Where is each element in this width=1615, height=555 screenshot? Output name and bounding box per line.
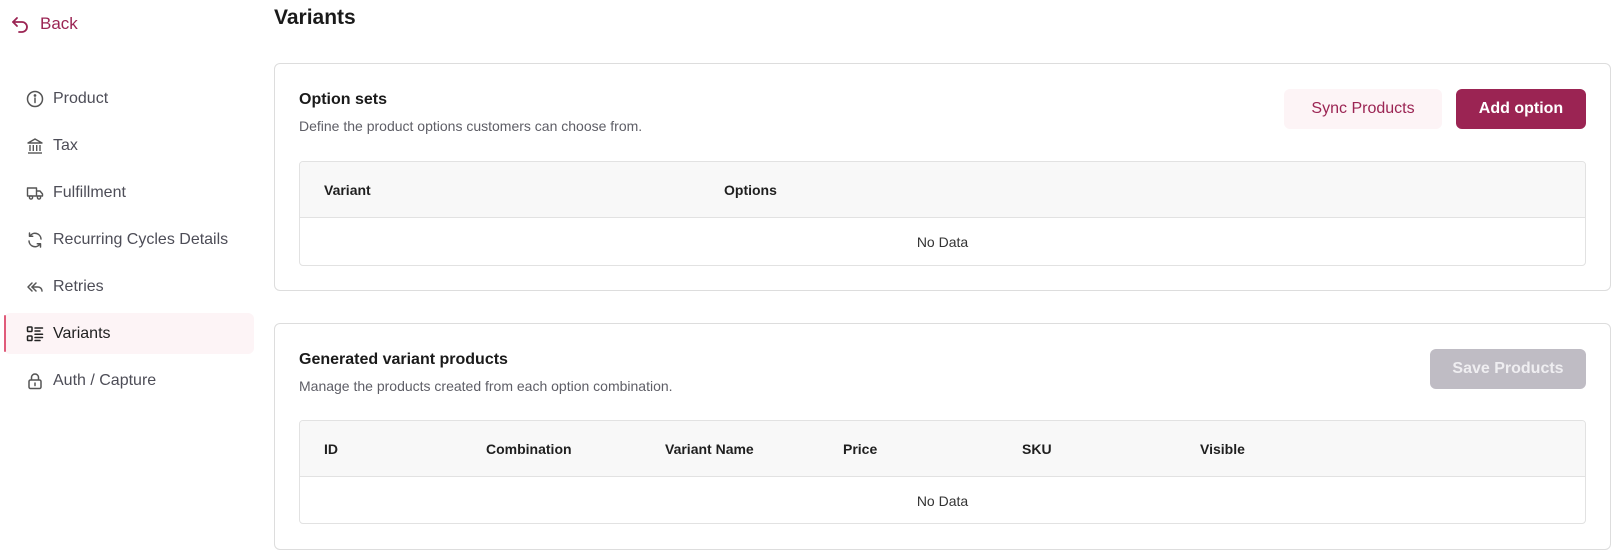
sync-products-button[interactable]: Sync Products (1284, 89, 1442, 129)
add-option-button[interactable]: Add option (1456, 89, 1586, 129)
sidebar-item-label: Tax (53, 136, 78, 154)
column-header-combination[interactable]: Combination (486, 421, 572, 477)
page-title: Variants (274, 6, 356, 29)
sidebar-item-recurring-cycles[interactable]: Recurring Cycles Details (4, 219, 254, 260)
back-link[interactable]: Back (10, 14, 78, 34)
column-header-visible[interactable]: Visible (1200, 421, 1245, 477)
save-products-button[interactable]: Save Products (1430, 349, 1586, 389)
column-header-variant[interactable]: Variant (324, 162, 371, 218)
column-header-id[interactable]: ID (324, 421, 338, 477)
refresh-icon (28, 231, 42, 248)
sidebar-item-retries[interactable]: Retries (4, 266, 254, 307)
empty-state: No Data (916, 234, 969, 250)
sidebar-item-variants[interactable]: Variants (4, 313, 254, 354)
option-sets-card: Option sets Define the product options c… (274, 63, 1611, 291)
sidebar-item-label: Fulfillment (53, 183, 126, 201)
option-sets-subtitle: Define the product options customers can… (299, 118, 643, 134)
bank-icon (27, 137, 43, 154)
back-label: Back (40, 14, 78, 33)
generated-variants-title: Generated variant products (299, 351, 508, 368)
generated-variants-card: Generated variant products Manage the pr… (274, 323, 1611, 550)
table-header: Variant Options (300, 162, 1585, 218)
reply-all-icon (27, 281, 43, 292)
sidebar-item-label: Retries (53, 277, 104, 295)
sidebar-item-fulfillment[interactable]: Fulfillment (4, 172, 254, 213)
column-header-options[interactable]: Options (724, 162, 777, 218)
column-header-variant-name[interactable]: Variant Name (665, 421, 754, 477)
option-sets-title: Option sets (299, 91, 388, 108)
sidebar-item-label: Product (53, 89, 109, 107)
sidebar-item-label: Variants (53, 324, 111, 342)
sidebar-item-auth-capture[interactable]: Auth / Capture (4, 360, 254, 401)
generated-variants-table: ID Combination Variant Name Price SKU Vi… (299, 420, 1586, 524)
list-checks-icon (26, 325, 44, 341)
lock-icon (28, 372, 42, 389)
truck-icon (26, 186, 44, 200)
info-circle-icon (26, 90, 44, 107)
option-sets-table: Variant Options No Data (299, 161, 1586, 266)
column-header-sku[interactable]: SKU (1022, 421, 1052, 477)
sidebar-item-tax[interactable]: Tax (4, 125, 254, 166)
column-header-price[interactable]: Price (843, 421, 877, 477)
undo-arrow-icon (12, 17, 28, 33)
sidebar-item-label: Recurring Cycles Details (53, 230, 229, 248)
sidebar-item-label: Auth / Capture (53, 371, 157, 389)
sidebar-item-product[interactable]: Product (4, 78, 254, 119)
empty-state: No Data (916, 493, 969, 509)
table-header: ID Combination Variant Name Price SKU Vi… (300, 421, 1585, 477)
sidebar: Product Tax Fulfillment Recurring Cycles… (4, 78, 254, 407)
generated-variants-subtitle: Manage the products created from each op… (299, 378, 673, 394)
